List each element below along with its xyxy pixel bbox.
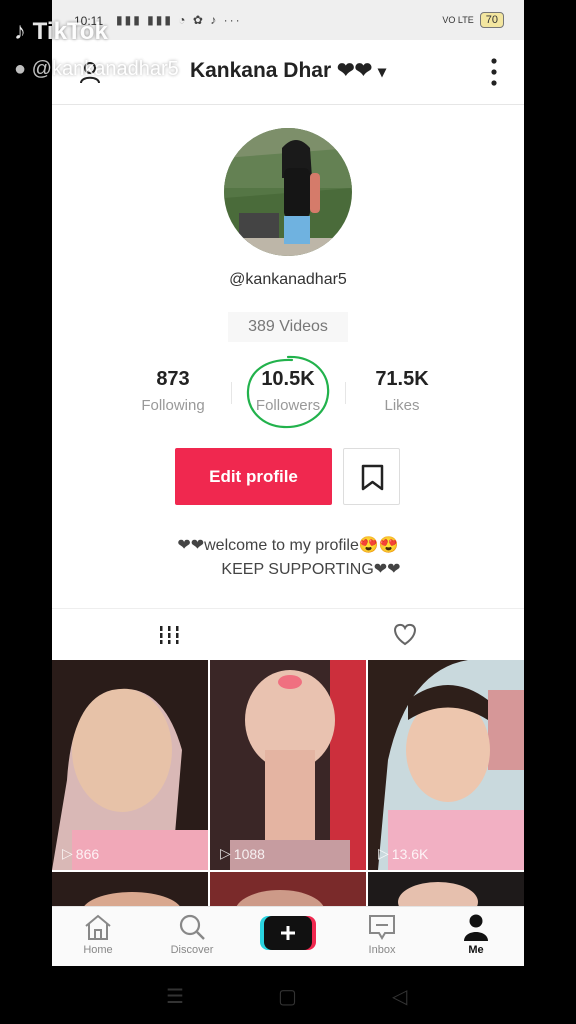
hand-drawn-circle-annotation	[246, 355, 330, 429]
video-thumbnail-image	[210, 872, 366, 906]
likes-count: 71.5K	[375, 368, 429, 390]
bookmark-icon	[361, 464, 384, 491]
video-thumbnail-image	[52, 872, 208, 906]
video-thumbnail[interactable]: ▷ 1088	[210, 660, 366, 870]
following-label: Following	[141, 397, 205, 414]
watermark-brand: TikTok	[32, 18, 108, 45]
tiktok-watermark: ♪ TikTok	[14, 18, 108, 46]
nav-me-label: Me	[468, 944, 484, 956]
stat-likes[interactable]: 71.5K Likes	[347, 368, 457, 414]
edit-profile-button[interactable]: Edit profile	[175, 448, 332, 505]
profile-handle: @kankanadhar5	[229, 271, 347, 288]
stat-divider	[345, 382, 346, 404]
nav-inbox[interactable]: Inbox	[342, 913, 422, 956]
play-icon: ▷	[378, 845, 389, 861]
profile-icon	[464, 914, 488, 941]
video-view-count: 1088	[233, 845, 265, 862]
play-icon: ▷	[220, 845, 231, 861]
video-thumbnail[interactable]	[368, 872, 524, 906]
video-grid: ▷ 866 ▷ 1088 ▷ 13.6K	[52, 660, 524, 906]
nav-discover[interactable]: Discover	[152, 913, 232, 956]
avatar[interactable]	[224, 128, 352, 256]
video-view-count: 866	[75, 845, 100, 862]
video-views: ▷ 13.6K	[378, 845, 428, 862]
status-bar: 10:11 ▮▮▮ ▮▮▮ ◔ ✿ ♪ ··· VO LTE 70	[52, 0, 524, 40]
home-icon	[85, 914, 111, 940]
back-icon[interactable]: ◁	[392, 984, 407, 1009]
system-navigation-bar: ☰ ▢ ◁	[0, 966, 576, 1024]
video-views: ▷ 866	[62, 845, 99, 862]
video-view-count: 13.6K	[391, 845, 429, 862]
network-indicator: VO LTE	[442, 15, 474, 25]
nav-home-label: Home	[83, 944, 113, 956]
nav-inbox-label: Inbox	[368, 944, 396, 956]
video-thumbnail[interactable]	[52, 872, 208, 906]
menu-icon[interactable]: ☰	[166, 984, 184, 1009]
video-thumbnail[interactable]	[210, 872, 366, 906]
video-thumbnail-image	[210, 660, 366, 870]
search-icon	[179, 914, 205, 940]
watermark-username: ● @kankanadhar5	[14, 58, 179, 81]
stat-following[interactable]: 873 Following	[118, 368, 228, 414]
heart-icon	[394, 623, 416, 646]
battery-icon: 70	[479, 12, 504, 28]
user-icon: ●	[14, 58, 27, 80]
video-thumbnail-image	[368, 872, 524, 906]
following-count: 873	[156, 368, 190, 390]
create-video-button[interactable]	[260, 916, 316, 950]
bio-line: ❤❤welcome to my profile😍😍	[177, 537, 399, 554]
tiktok-logo-icon: ♪	[14, 18, 26, 45]
play-icon: ▷	[62, 845, 73, 861]
nav-discover-label: Discover	[170, 944, 214, 956]
likes-label: Likes	[384, 397, 420, 414]
tab-liked[interactable]	[288, 609, 524, 661]
phone-screen: 10:11 ▮▮▮ ▮▮▮ ◔ ✿ ♪ ··· VO LTE 70 Kankan…	[52, 0, 524, 966]
nav-home[interactable]: Home	[58, 913, 138, 956]
favorites-button[interactable]	[343, 448, 400, 505]
video-thumbnail[interactable]: ▷ 13.6K	[368, 660, 524, 870]
tab-videos[interactable]	[52, 609, 288, 661]
status-icons: ▮▮▮ ▮▮▮ ◔ ✿ ♪ ···	[116, 13, 242, 27]
home-button-icon[interactable]: ▢	[278, 984, 297, 1009]
video-thumbnail-image	[52, 660, 208, 870]
more-options-icon[interactable]	[490, 57, 498, 87]
chevron-down-icon: ▾	[378, 64, 387, 81]
content-tabs	[52, 608, 524, 661]
profile-bio: ❤❤welcome to my profile😍😍 KEEP SUPPORTIN…	[52, 534, 524, 582]
profile-name: Kankana Dhar ❤❤	[189, 59, 373, 82]
watermark-user-text: @kankanadhar5	[31, 58, 179, 80]
videos-count[interactable]: 389 Videos	[228, 312, 348, 342]
nav-me[interactable]: Me	[436, 913, 516, 956]
video-views: ▷ 1088	[220, 845, 265, 862]
stat-divider	[231, 382, 232, 404]
video-thumbnail-image	[368, 660, 524, 870]
grid-icon	[158, 626, 180, 644]
bottom-navigation: Home Discover Inbox Me	[52, 906, 524, 966]
bio-line: KEEP SUPPORTING❤❤	[221, 561, 401, 578]
video-thumbnail[interactable]: ▷ 866	[52, 660, 208, 870]
inbox-icon	[369, 915, 395, 940]
